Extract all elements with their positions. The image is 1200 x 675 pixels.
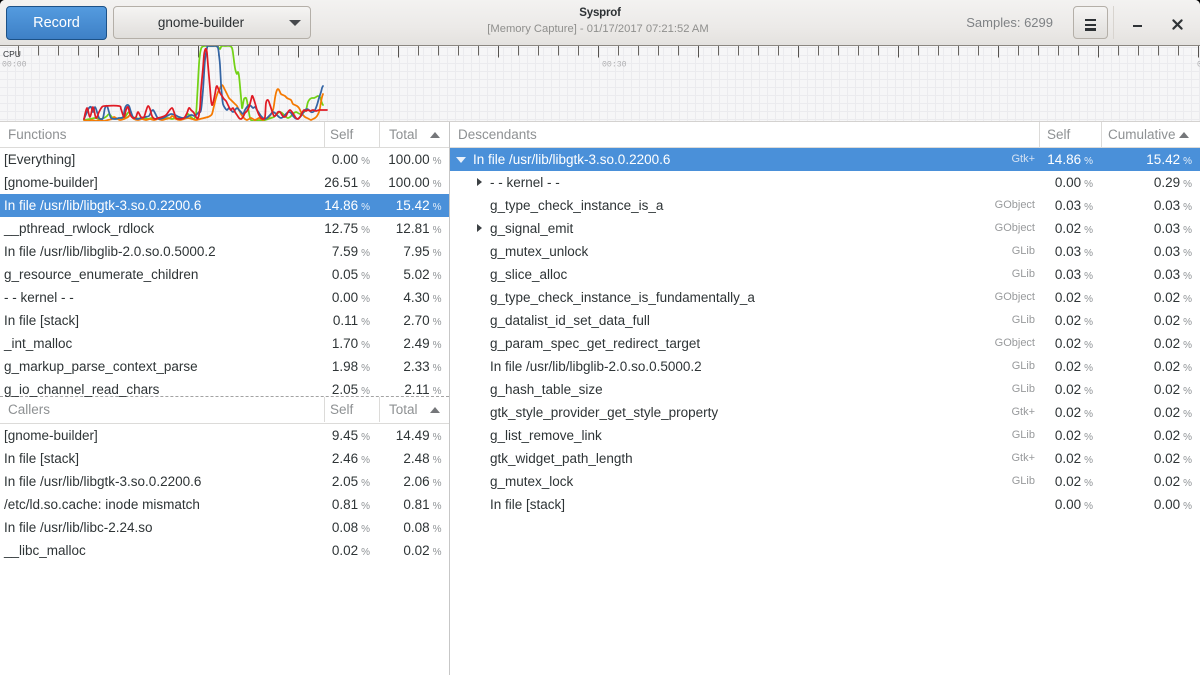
- svg-text:00:00: 00:00: [2, 60, 27, 69]
- svg-text:00:30: 00:30: [602, 60, 627, 69]
- svg-text:CPU: CPU: [3, 49, 21, 59]
